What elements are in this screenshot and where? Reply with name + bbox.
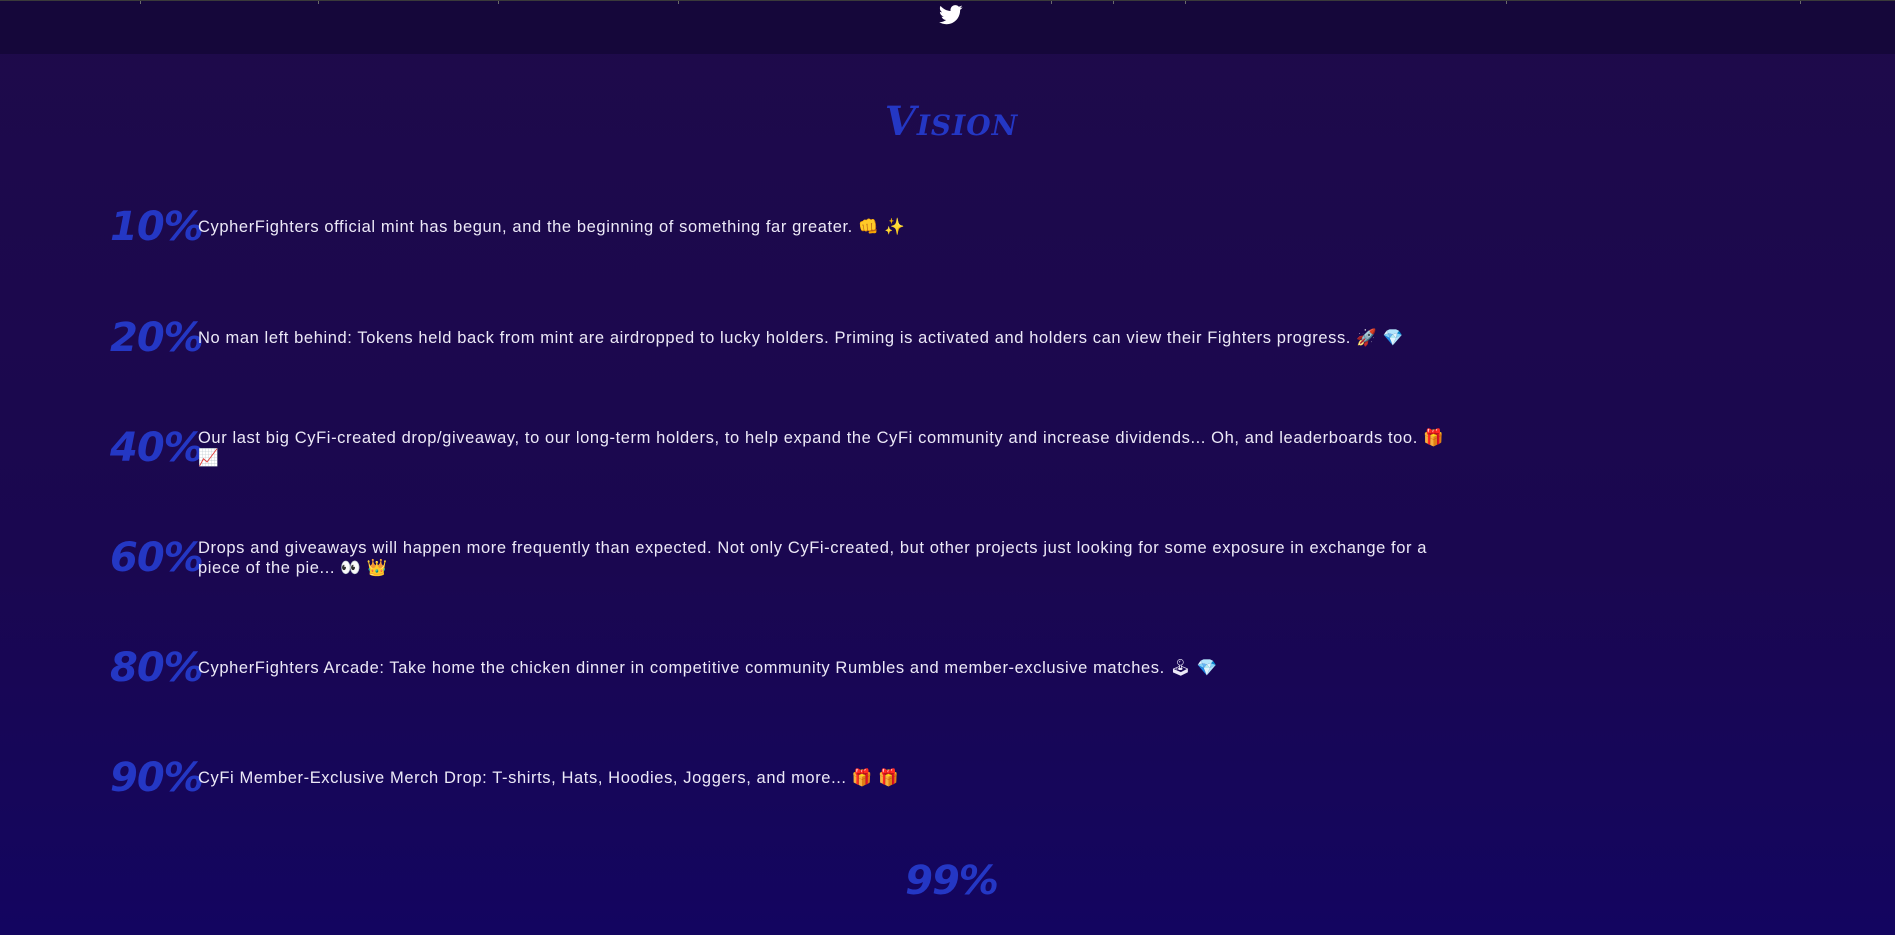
nav-divider [1506, 1, 1507, 4]
milestone-percent: 60% [110, 535, 204, 581]
final-milestone-percent: 99% [905, 858, 999, 904]
nav-divider [318, 1, 319, 4]
nav-divider [1800, 1, 1801, 4]
milestone-row: 60% Drops and giveaways will happen more… [110, 535, 1460, 581]
milestone-description: CypherFighters Arcade: Take home the chi… [198, 659, 1218, 677]
milestone-description: Our last big CyFi-created drop/giveaway,… [198, 429, 1445, 467]
milestone-description: No man left behind: Tokens held back fro… [198, 329, 1404, 347]
milestone-row: 40% Our last big CyFi-created drop/givea… [110, 425, 1460, 471]
milestone-percent: 20% [110, 315, 204, 361]
milestone-row: 10% CypherFighters official mint has beg… [110, 204, 1460, 250]
milestone-description: CyFi Member-Exclusive Merch Drop: T-shir… [198, 769, 900, 787]
nav-divider [1113, 1, 1114, 4]
nav-divider [1185, 1, 1186, 4]
top-navbar [0, 0, 1895, 54]
milestone-description: CypherFighters official mint has begun, … [198, 218, 906, 236]
milestone-description: Drops and giveaways will happen more fre… [198, 539, 1428, 577]
nav-divider [1051, 1, 1052, 4]
milestone-percent: 90% [110, 755, 204, 801]
milestone-percent: 80% [110, 645, 204, 691]
nav-divider [678, 1, 679, 4]
twitter-icon[interactable] [939, 5, 963, 27]
milestone-row: 90% CyFi Member-Exclusive Merch Drop: T-… [110, 755, 1460, 801]
milestone-row: 20% No man left behind: Tokens held back… [110, 315, 1460, 361]
milestone-percent: 10% [110, 204, 204, 250]
vision-heading: Vision [884, 98, 1019, 145]
nav-divider [498, 1, 499, 4]
nav-divider [140, 1, 141, 4]
milestone-percent: 40% [110, 425, 204, 471]
milestone-row: 80% CypherFighters Arcade: Take home the… [110, 645, 1460, 691]
